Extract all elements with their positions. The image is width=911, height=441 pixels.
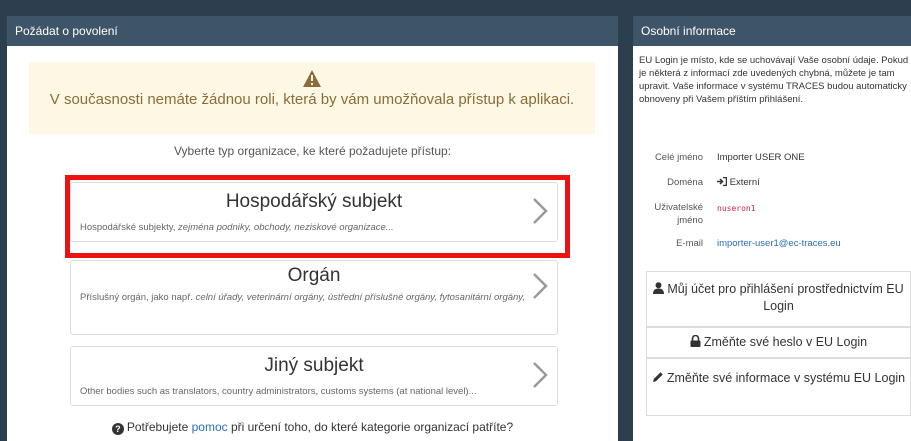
warning-icon bbox=[303, 70, 321, 87]
org-type-title: Jiný subjekt bbox=[264, 355, 364, 376]
domain-label: Doména bbox=[667, 177, 703, 188]
eu-login-account-button[interactable]: Můj účet pro přihlášení prostřednictvím … bbox=[646, 271, 911, 327]
personal-info-panel: Osobní informace EU Login je místo, kde … bbox=[633, 16, 911, 441]
warning-text: V současnosti nemáte žádnou roli, která … bbox=[49, 91, 575, 108]
help-text: ? Potřebujete pomoc při určení toho, do k… bbox=[7, 420, 618, 435]
pencil-icon bbox=[652, 372, 663, 382]
change-info-button[interactable]: Změňte své informace v systému EU Login bbox=[646, 358, 911, 416]
org-type-description: Other bodies such as translators, countr… bbox=[80, 386, 477, 397]
chevron-right-icon bbox=[533, 198, 548, 224]
full-name-value: Importer USER ONE bbox=[717, 152, 805, 163]
chevron-right-icon bbox=[533, 362, 548, 388]
org-type-economic-operator[interactable]: Hospodářský subjekt Hospodářské subjekty… bbox=[70, 182, 558, 242]
org-type-title: Hospodářský subjekt bbox=[225, 191, 403, 212]
org-type-authority[interactable]: Orgán Příslušný orgán, jako např. celní … bbox=[70, 260, 558, 335]
domain-value: Externí bbox=[717, 176, 760, 188]
chevron-right-icon bbox=[533, 273, 548, 299]
eu-login-info-text: EU Login je místo, kde se uchovávají Vaš… bbox=[639, 55, 909, 105]
org-type-prompt: Vyberte typ organizace, ke které požaduj… bbox=[173, 144, 452, 158]
full-name-label: Celé jméno bbox=[654, 152, 703, 163]
org-type-title: Orgán bbox=[287, 265, 341, 286]
request-permission-panel: Požádat o povolení V současnosti nemáte … bbox=[7, 16, 618, 441]
org-type-description: Příslušný orgán, jako např. celní úřady,… bbox=[80, 292, 525, 303]
username-label-line2: jméno bbox=[677, 215, 703, 226]
email-link[interactable]: importer-user1@ec-traces.eu bbox=[717, 238, 841, 249]
panel-title: Osobní informace bbox=[633, 16, 911, 46]
sign-in-icon bbox=[717, 176, 728, 187]
no-role-warning: V současnosti nemáte žádnou roli, která … bbox=[29, 62, 595, 134]
org-type-other-body[interactable]: Jiný subjekt Other bodies such as transl… bbox=[70, 346, 558, 406]
lock-icon bbox=[690, 334, 701, 347]
email-label: E-mail bbox=[676, 238, 703, 249]
change-password-button[interactable]: Změňte své heslo v EU Login bbox=[646, 327, 911, 358]
username-value: nuseron1 bbox=[717, 204, 756, 213]
panel-title: Požádat o povolení bbox=[7, 16, 618, 46]
question-circle-icon: ? bbox=[111, 423, 124, 435]
username-label-line1: Uživatelské bbox=[654, 202, 703, 213]
org-type-description: Hospodářské subjekty, zejména podniky, o… bbox=[80, 222, 394, 233]
help-link[interactable]: pomoc bbox=[192, 420, 228, 434]
user-icon bbox=[653, 282, 665, 294]
